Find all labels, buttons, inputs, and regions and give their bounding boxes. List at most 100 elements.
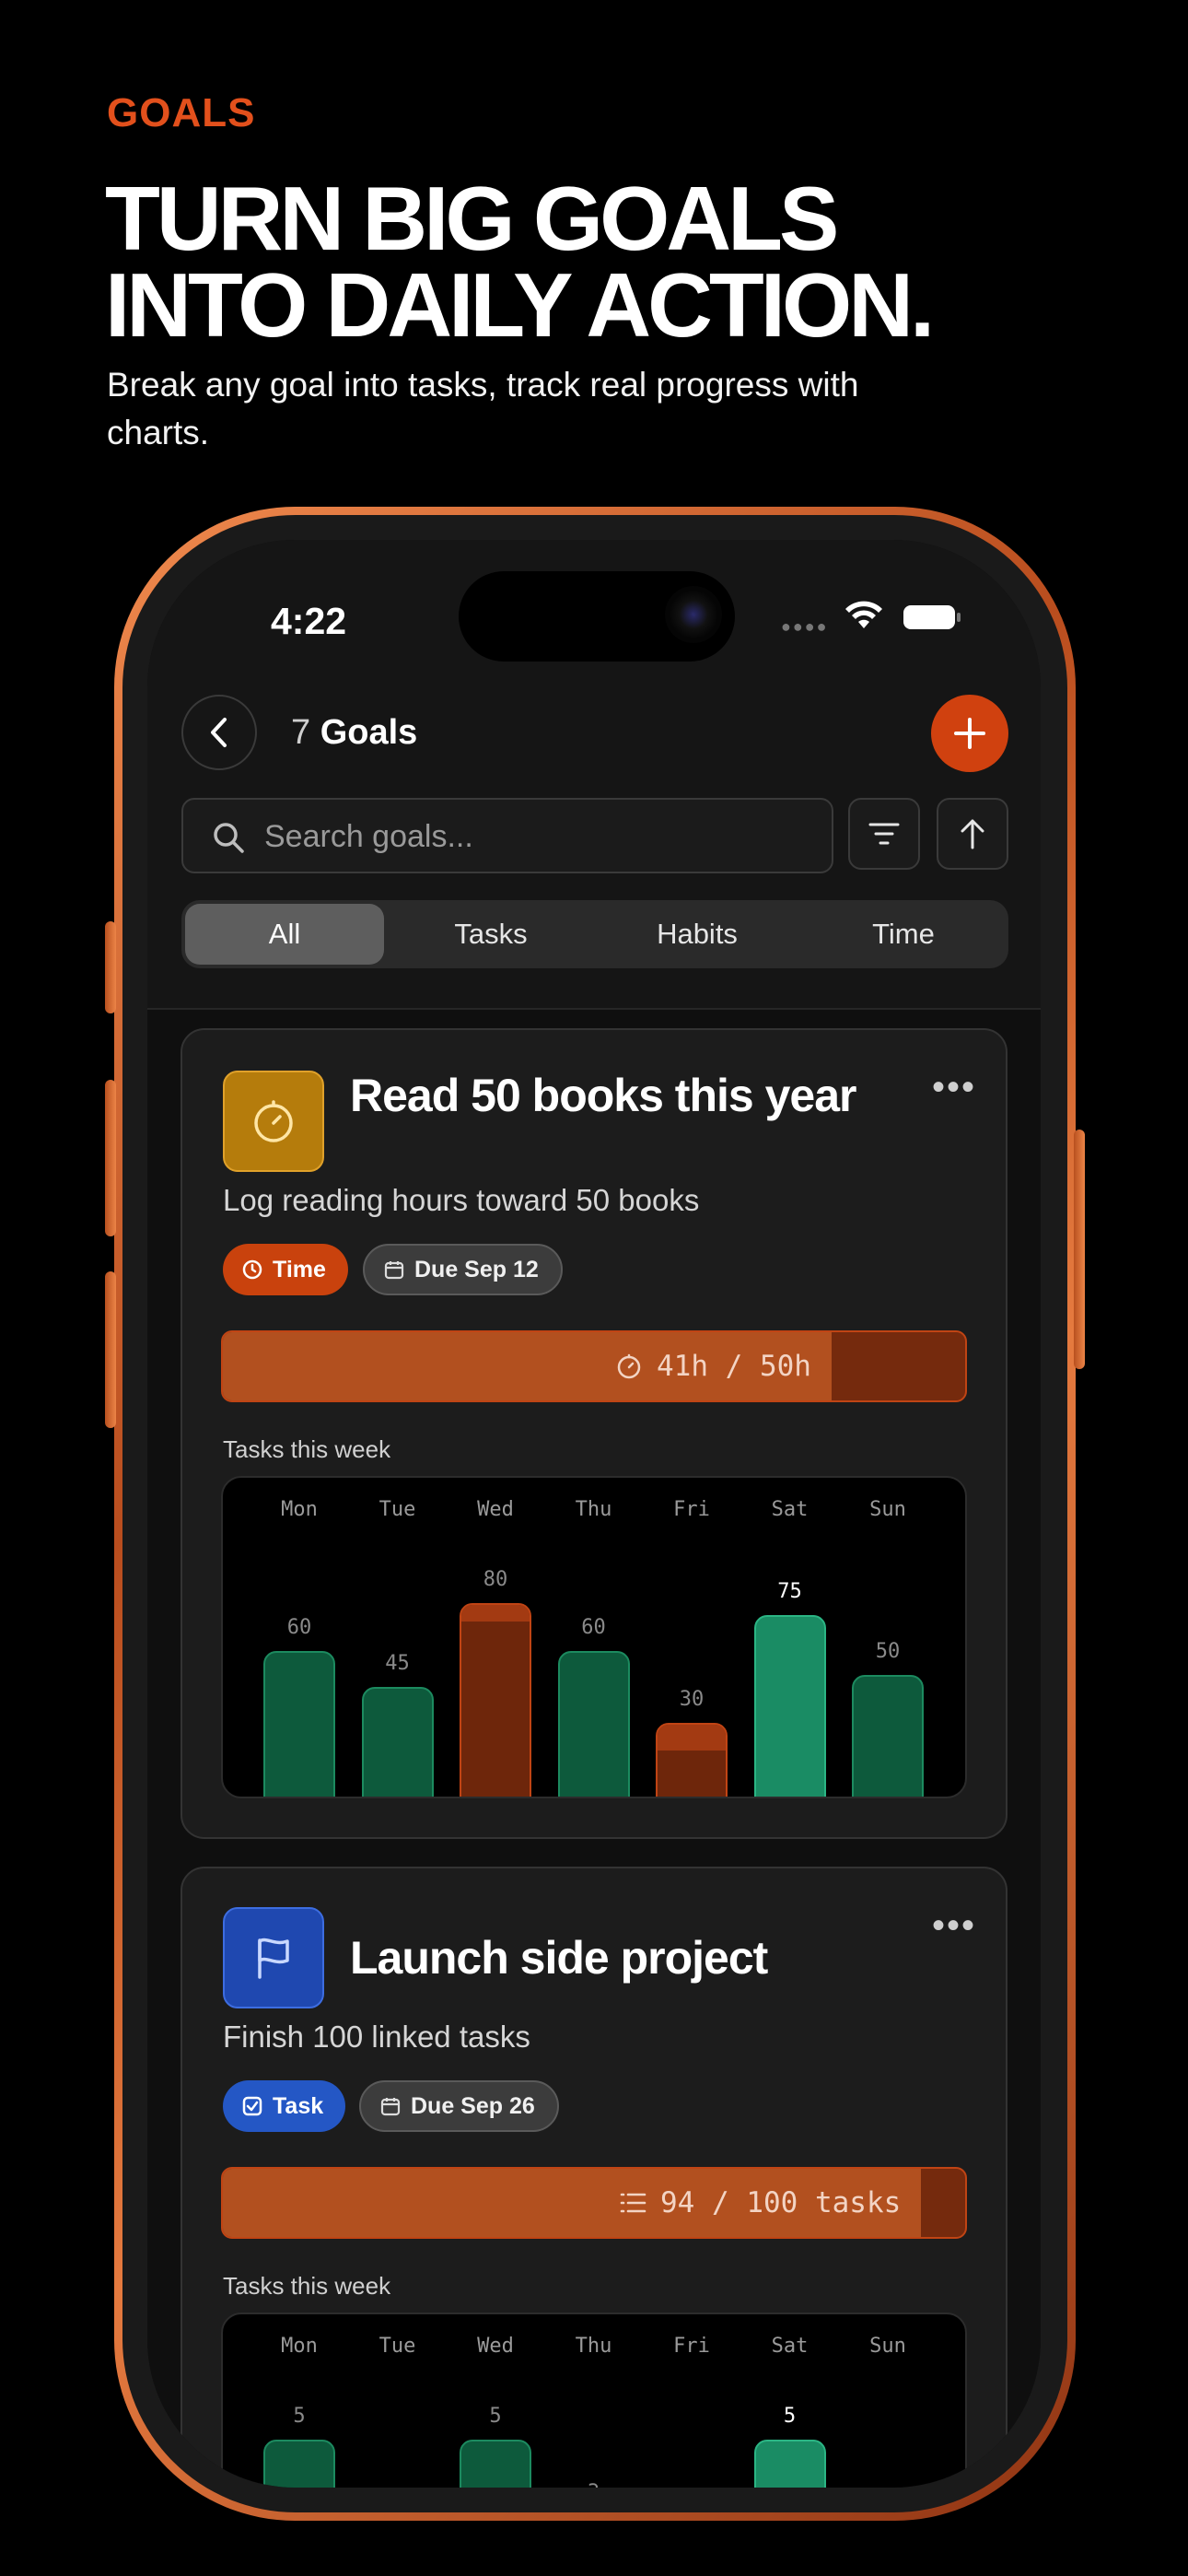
- day-label: Tue: [379, 1498, 416, 1521]
- chart-bar: [460, 2440, 531, 2488]
- marketing-subhead: Break any goal into tasks, track real pr…: [107, 366, 859, 451]
- goal-type-label: Task: [273, 2092, 324, 2119]
- tab-all[interactable]: All: [185, 904, 384, 965]
- plus-icon: [954, 718, 985, 749]
- due-date-label: Due Sep 12: [414, 1256, 539, 1282]
- tab-habits[interactable]: Habits: [598, 904, 797, 965]
- bar-value-label: 30: [679, 1688, 705, 1711]
- goal-type-chip: Task: [223, 2080, 346, 2132]
- goal-card[interactable]: Read 50 books this year ••• Log reading …: [181, 1028, 1007, 1839]
- sort-button[interactable]: [937, 798, 1008, 870]
- camera-icon: [665, 586, 722, 643]
- headline-line-2: INTO DAILY ACTION.: [105, 254, 935, 356]
- day-label: Fri: [673, 2335, 710, 2358]
- search-box: [181, 798, 833, 873]
- day-label: Mon: [281, 2335, 318, 2358]
- bar-value-label: 80: [483, 1568, 508, 1591]
- timer-icon: [617, 1353, 641, 1379]
- day-label: Wed: [477, 1498, 514, 1521]
- app-header: 4:22 ●●●● 7 Goals Search goals... All Ta…: [147, 540, 1041, 1010]
- more-options-button[interactable]: •••: [932, 1067, 976, 1108]
- search-input[interactable]: [264, 813, 808, 861]
- bar-value-label: 75: [777, 1580, 802, 1603]
- chart-bar: [753, 2440, 826, 2488]
- more-options-button[interactable]: •••: [932, 1905, 976, 1947]
- chart-bar: [460, 1603, 531, 1797]
- chart-section-label: Tasks this week: [223, 1435, 391, 1463]
- calendar-icon: [380, 2098, 401, 2116]
- bar-value-label: 5: [293, 2405, 306, 2428]
- back-button[interactable]: [181, 695, 257, 770]
- goal-progress-bar: 41h / 50h: [221, 1330, 967, 1402]
- due-date-chip: Due Sep 26: [359, 2080, 559, 2132]
- day-label: Thu: [575, 2335, 612, 2358]
- wifi-icon: [845, 601, 882, 628]
- filter-icon: [868, 823, 900, 845]
- volume-up-button: [105, 1080, 116, 1236]
- bar-highlight: [658, 1725, 726, 1751]
- headline-line-1: TURN BIG GOALS: [105, 168, 839, 269]
- action-button: [105, 921, 116, 1013]
- progress-text: 94 / 100 tasks: [660, 2186, 902, 2219]
- day-label: Wed: [477, 2335, 514, 2358]
- bar-value-label: 5: [489, 2405, 502, 2428]
- goal-title: Launch side project: [350, 1932, 768, 1984]
- bar-value-label: 5: [783, 2405, 797, 2428]
- day-label: Mon: [281, 1498, 318, 1521]
- goal-type-label: Time: [273, 1256, 326, 1282]
- checkbox-icon: [242, 2096, 262, 2116]
- tab-tasks[interactable]: Tasks: [391, 904, 590, 965]
- bar-highlight: [461, 1605, 530, 1622]
- progress-label: 94 / 100 tasks: [618, 2169, 901, 2237]
- chart-section-label: Tasks this week: [223, 2272, 391, 2300]
- goal-description: Log reading hours toward 50 books: [223, 1183, 700, 1217]
- goal-icon-tile: [223, 1071, 324, 1172]
- goal-icon-tile: [223, 1907, 324, 2008]
- goal-type-chip: Time: [223, 1244, 348, 1295]
- timer-icon: [254, 1100, 293, 1142]
- chart-bar: [852, 1675, 924, 1797]
- due-date-label: Due Sep 26: [411, 2092, 535, 2119]
- chart-bar: [263, 1651, 335, 1797]
- page-title: 7 Goals: [291, 713, 417, 753]
- progress-label: 41h / 50h: [614, 1332, 811, 1400]
- filter-button[interactable]: [848, 798, 920, 870]
- chart-bar: [263, 2440, 335, 2488]
- list-icon: [620, 2193, 646, 2213]
- bar-value-label: 45: [385, 1652, 410, 1675]
- goal-title: Read 50 books this year: [350, 1070, 856, 1121]
- bar-value-label: 3: [553, 2481, 635, 2488]
- goal-type-tabs: All Tasks Habits Time: [181, 900, 1008, 968]
- goal-card[interactable]: Launch side project ••• Finish 100 linke…: [181, 1867, 1007, 2488]
- signal-icon: ●●●●: [781, 617, 829, 636]
- goal-progress-bar: 94 / 100 tasks: [221, 2167, 967, 2239]
- chevron-left-icon: [211, 718, 227, 747]
- section-eyebrow: GOALS: [107, 90, 256, 135]
- day-label: Sun: [869, 1498, 906, 1521]
- marketing-headline: TURN BIG GOALS INTO DAILY ACTION.: [105, 168, 1118, 356]
- day-label: Thu: [575, 1498, 612, 1521]
- phone-screen: 4:22 ●●●● 7 Goals Search goals... All Ta…: [147, 540, 1041, 2488]
- clock-icon: [242, 1259, 262, 1280]
- bar-value-label: 60: [286, 1616, 312, 1639]
- goal-description: Finish 100 linked tasks: [223, 2020, 530, 2054]
- status-time: 4:22: [271, 600, 347, 642]
- chart-bar: [656, 1723, 728, 1797]
- arrow-up-icon: [961, 819, 984, 849]
- goal-count: 7: [291, 713, 311, 752]
- bar-value-label: 60: [581, 1616, 606, 1639]
- bar-value-label: 50: [875, 1640, 901, 1663]
- volume-down-button: [105, 1271, 116, 1428]
- chart-bar: [557, 1651, 630, 1797]
- due-date-chip: Due Sep 12: [363, 1244, 563, 1295]
- day-label: Tue: [379, 2335, 416, 2358]
- chart-bar: [753, 1615, 826, 1797]
- tab-time[interactable]: Time: [804, 904, 1003, 965]
- page-title-label: Goals: [320, 713, 418, 752]
- chart-bar: [361, 1687, 434, 1797]
- add-goal-button[interactable]: [931, 695, 1008, 772]
- day-label: Sat: [771, 2335, 809, 2358]
- weekly-chart: Mon 60 Tue 45 Wed 80 Thu 60 Fri 30 Sat 75 Sun 50: [221, 1476, 967, 1798]
- flag-icon: [258, 1938, 289, 1979]
- weekly-chart: Mon5Tue2Wed5Thu3FriSat5Sun2: [221, 2313, 967, 2488]
